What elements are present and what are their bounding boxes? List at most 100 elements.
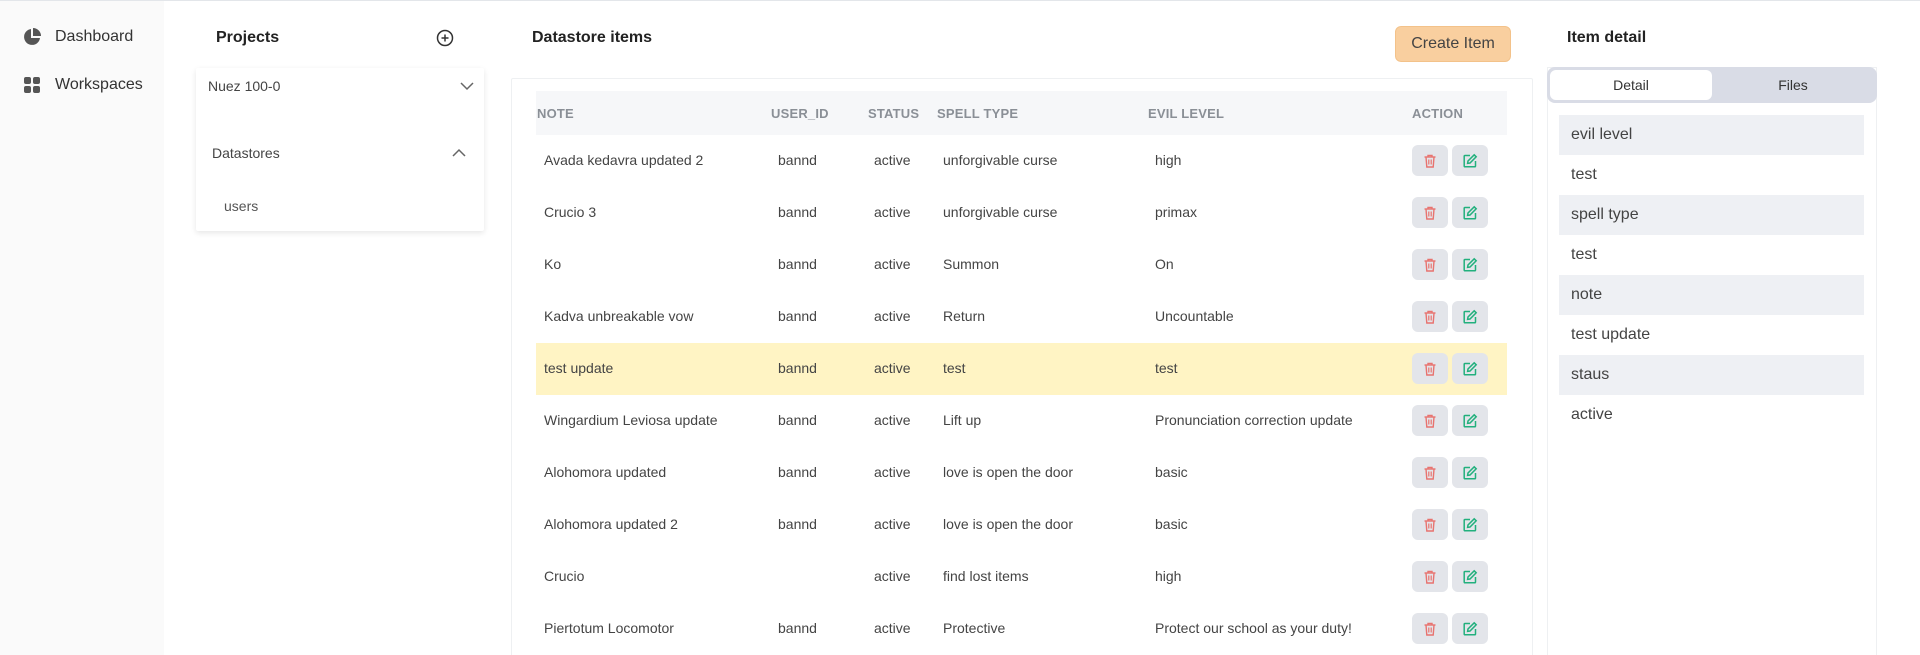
trash-icon — [1422, 205, 1438, 221]
cell-spell-type: unforgivable curse — [943, 204, 1058, 220]
delete-button[interactable] — [1412, 249, 1448, 280]
edit-button[interactable] — [1452, 561, 1488, 592]
chevron-up-icon — [452, 148, 466, 157]
cell-status: active — [874, 256, 911, 272]
table-header: NOTE USER_ID STATUS SPELL TYPE EVIL LEVE… — [536, 91, 1507, 135]
cell-status: active — [874, 568, 911, 584]
table-row[interactable]: Wingardium Leviosa update bannd active Lift… — [536, 395, 1507, 447]
table-row[interactable]: Alohomora updated 2 bannd active love is op… — [536, 499, 1507, 551]
cell-user-id: bannd — [778, 152, 817, 168]
cell-user-id: bannd — [778, 412, 817, 428]
cell-status: active — [874, 360, 911, 376]
detail-field-value: test — [1571, 246, 1597, 263]
plus-circle-icon — [436, 29, 454, 47]
cell-note: Crucio 3 — [544, 204, 597, 220]
col-status[interactable]: STATUS — [868, 106, 919, 121]
edit-button[interactable] — [1452, 353, 1488, 384]
delete-button[interactable] — [1412, 457, 1448, 488]
cell-note: Ko — [544, 256, 562, 272]
project-item[interactable]: Nuez 100-0 — [208, 77, 474, 95]
table-row[interactable]: Avada kedavra updated 2 bannd active unforg… — [536, 135, 1507, 187]
edit-icon — [1462, 205, 1478, 221]
create-item-button[interactable]: Create Item — [1395, 26, 1511, 62]
cell-spell-type: love is open the door — [943, 464, 1073, 480]
trash-icon — [1422, 621, 1438, 637]
cell-note: Alohomora updated 2 — [544, 516, 678, 532]
col-evil-level[interactable]: EVIL LEVEL — [1148, 106, 1224, 121]
cell-user-id: bannd — [778, 360, 817, 376]
cell-note: Crucio — [544, 568, 585, 584]
chevron-down-icon — [460, 82, 474, 91]
delete-button[interactable] — [1412, 197, 1448, 228]
delete-button[interactable] — [1412, 561, 1448, 592]
edit-button[interactable] — [1452, 197, 1488, 228]
trash-icon — [1422, 361, 1438, 377]
delete-button[interactable] — [1412, 613, 1448, 644]
table-row[interactable]: Crucio 3 bannd active unforgivable curse pri… — [536, 187, 1507, 239]
edit-button[interactable] — [1452, 249, 1488, 280]
cell-evil-level: high — [1155, 152, 1182, 168]
datastores-toggle[interactable]: Datastores — [212, 144, 466, 162]
tab-detail[interactable]: Detail — [1550, 70, 1712, 100]
cell-spell-type: Lift up — [943, 412, 982, 428]
delete-button[interactable] — [1412, 509, 1448, 540]
edit-button[interactable] — [1452, 457, 1488, 488]
cell-user-id: bannd — [778, 204, 817, 220]
detail-field-value: active — [1571, 406, 1613, 423]
edit-button[interactable] — [1452, 613, 1488, 644]
table-row[interactable]: Piertotum Locomotor bannd active Protective… — [536, 603, 1507, 655]
delete-button[interactable] — [1412, 353, 1448, 384]
edit-icon — [1462, 621, 1478, 637]
cell-status: active — [874, 152, 911, 168]
cell-evil-level: primax — [1155, 204, 1198, 220]
trash-icon — [1422, 569, 1438, 585]
edit-button[interactable] — [1452, 301, 1488, 332]
edit-icon — [1462, 569, 1478, 585]
project-name: Nuez 100-0 — [208, 78, 281, 94]
col-action: ACTION — [1412, 106, 1464, 121]
datastores-label: Datastores — [212, 145, 280, 161]
col-note[interactable]: NOTE — [537, 106, 574, 121]
table-row[interactable]: Crucio active find lost items high — [536, 551, 1507, 603]
col-user-id[interactable]: USER_ID — [771, 106, 829, 121]
cell-note: Avada kedavra updated 2 — [544, 152, 704, 168]
datastore-item-users[interactable]: users — [224, 198, 258, 214]
col-spell-type[interactable]: SPELL TYPE — [937, 106, 1018, 121]
trash-icon — [1422, 153, 1438, 169]
cell-status: active — [874, 620, 911, 636]
add-project-button[interactable] — [436, 29, 454, 47]
edit-button[interactable] — [1452, 509, 1488, 540]
cell-evil-level: test — [1155, 360, 1178, 376]
edit-button[interactable] — [1452, 145, 1488, 176]
nav-workspaces[interactable]: Workspaces — [22, 73, 143, 97]
cell-note: Alohomora updated — [544, 464, 667, 480]
cell-note: Piertotum Locomotor — [544, 620, 674, 636]
delete-button[interactable] — [1412, 405, 1448, 436]
trash-icon — [1422, 257, 1438, 273]
nav-dashboard[interactable]: Dashboard — [22, 25, 133, 49]
cell-user-id: bannd — [778, 464, 817, 480]
cell-note: Kadva unbreakable vow — [544, 308, 694, 324]
cell-spell-type: test — [943, 360, 966, 376]
cell-evil-level: Protect our school as your duty! — [1155, 620, 1352, 636]
detail-field-label: spell type — [1559, 195, 1864, 235]
edit-icon — [1462, 413, 1478, 429]
table-row[interactable]: Alohomora updated bannd active love is open… — [536, 447, 1507, 499]
edit-icon — [1462, 309, 1478, 325]
cell-status: active — [874, 516, 911, 532]
table-row[interactable]: Ko bannd active Summon On — [536, 239, 1507, 291]
cell-spell-type: Return — [943, 308, 986, 324]
nav-dashboard-label: Dashboard — [55, 28, 134, 45]
cell-note: test update — [544, 360, 614, 376]
detail-field-label: staus — [1559, 355, 1864, 395]
delete-button[interactable] — [1412, 301, 1448, 332]
cell-spell-type: unforgivable curse — [943, 152, 1058, 168]
tab-files[interactable]: Files — [1712, 70, 1874, 100]
table-row[interactable]: Kadva unbreakable vow bannd active Return Un… — [536, 291, 1507, 343]
edit-button[interactable] — [1452, 405, 1488, 436]
cell-evil-level: high — [1155, 568, 1182, 584]
delete-button[interactable] — [1412, 145, 1448, 176]
detail-field-label: evil level — [1559, 115, 1864, 155]
table-row[interactable]: test update bannd active test test — [536, 343, 1507, 395]
cell-evil-level: On — [1155, 256, 1174, 272]
